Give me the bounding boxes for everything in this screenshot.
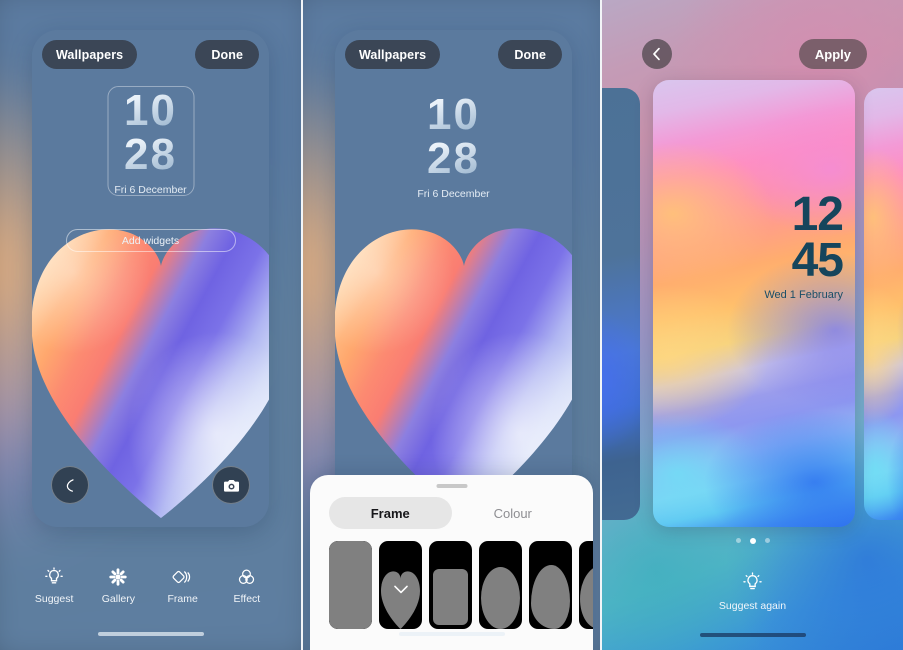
panel-wallpaper-suggestion: Apply 12 45 12 45 Wed 1 February <box>602 0 903 650</box>
back-button[interactable] <box>642 39 672 69</box>
check-icon <box>393 585 408 594</box>
frame-options-list <box>329 541 593 629</box>
screenshot-stage: Wallpapers Done 10 28 Fri 6 December Add… <box>0 0 903 650</box>
tab-colour[interactable]: Colour <box>452 497 575 529</box>
lightbulb-icon <box>44 567 64 587</box>
frame-option-none[interactable] <box>329 541 372 629</box>
toolbar-label: Suggest <box>34 593 74 605</box>
panel-frame-picker: Wallpapers Done 10 28 Fri 6 December Fra… <box>301 0 602 650</box>
apply-button[interactable]: Apply <box>798 39 867 69</box>
suggest-again-label: Suggest again <box>718 600 787 612</box>
wallpaper-thumb-next[interactable]: 12 45 <box>864 88 903 520</box>
phone-icon <box>63 478 78 493</box>
toolbar-label: Frame <box>167 593 198 605</box>
toolbar-label: Effect <box>233 593 261 605</box>
wallpaper-thumb-previous[interactable] <box>602 88 640 520</box>
preview-clock: 12 45 Wed 1 February <box>713 188 844 302</box>
lightbulb-icon <box>742 572 763 593</box>
frame-option-circle[interactable] <box>479 541 522 629</box>
wallpapers-button[interactable]: Wallpapers <box>42 40 138 69</box>
home-indicator <box>398 632 505 636</box>
toolbar-label: Gallery <box>101 593 135 605</box>
done-button[interactable]: Done <box>498 40 562 69</box>
camera-icon <box>223 478 240 493</box>
chevron-left-icon <box>651 47 663 61</box>
toolbar-item-effect[interactable]: Effect <box>219 567 275 605</box>
frame-option-heart[interactable] <box>379 541 422 629</box>
phone-shortcut-button[interactable] <box>51 466 89 504</box>
frame-option-clover[interactable] <box>579 541 593 629</box>
panel-lockscreen-editor: Wallpapers Done 10 28 Fri 6 December Add… <box>0 0 301 650</box>
clock-date: Fri 6 December <box>114 184 187 196</box>
clock-widget[interactable]: 10 28 Fri 6 December <box>394 93 514 201</box>
toolbar-item-frame[interactable]: Frame <box>155 567 211 605</box>
tab-frame[interactable]: Frame <box>329 497 452 529</box>
suggest-again-button[interactable]: Suggest again <box>602 572 903 612</box>
wallpaper-preview-selected[interactable]: 12 45 Wed 1 February <box>653 80 855 527</box>
frame-icon <box>172 567 194 587</box>
editor-toolbar: Suggest Gallery Frame Effect <box>0 567 301 605</box>
preview-clock-date: Wed 1 February <box>764 289 843 301</box>
home-indicator <box>699 633 806 637</box>
effect-icon <box>236 567 257 587</box>
clock-minutes: 28 <box>394 137 514 181</box>
clock-widget[interactable]: 10 28 Fri 6 December <box>91 89 211 197</box>
frame-option-blob[interactable] <box>529 541 572 629</box>
clock-hours: 10 <box>394 93 514 137</box>
clock-hours: 10 <box>91 89 211 133</box>
sheet-tabs: Frame Colour <box>329 497 574 529</box>
preview-clock-hours: 12 <box>791 188 844 241</box>
clock-date: Fri 6 December <box>417 188 490 200</box>
lockscreen-preview-card[interactable]: Wallpapers Done 10 28 Fri 6 December <box>335 30 572 527</box>
carousel-page-indicator[interactable] <box>602 538 903 544</box>
frame-bottom-sheet: Frame Colour <box>310 475 593 650</box>
sheet-drag-handle[interactable] <box>436 484 467 488</box>
preview-clock-minutes: 45 <box>791 234 844 287</box>
page-dot[interactable] <box>764 538 770 543</box>
wallpapers-button[interactable]: Wallpapers <box>345 40 441 69</box>
home-indicator <box>97 632 204 636</box>
page-dot[interactable] <box>735 538 741 543</box>
frame-option-rounded-square[interactable] <box>429 541 472 629</box>
lockscreen-preview-card[interactable]: Wallpapers Done 10 28 Fri 6 December Add… <box>32 30 269 527</box>
add-widgets-button[interactable]: Add widgets <box>65 229 236 252</box>
toolbar-item-gallery[interactable]: Gallery <box>90 567 146 605</box>
camera-shortcut-button[interactable] <box>212 466 250 504</box>
flower-icon <box>108 567 128 587</box>
toolbar-item-suggest[interactable]: Suggest <box>26 567 82 605</box>
clock-minutes: 28 <box>91 133 211 177</box>
page-dot-active[interactable] <box>749 538 756 544</box>
done-button[interactable]: Done <box>195 40 259 69</box>
